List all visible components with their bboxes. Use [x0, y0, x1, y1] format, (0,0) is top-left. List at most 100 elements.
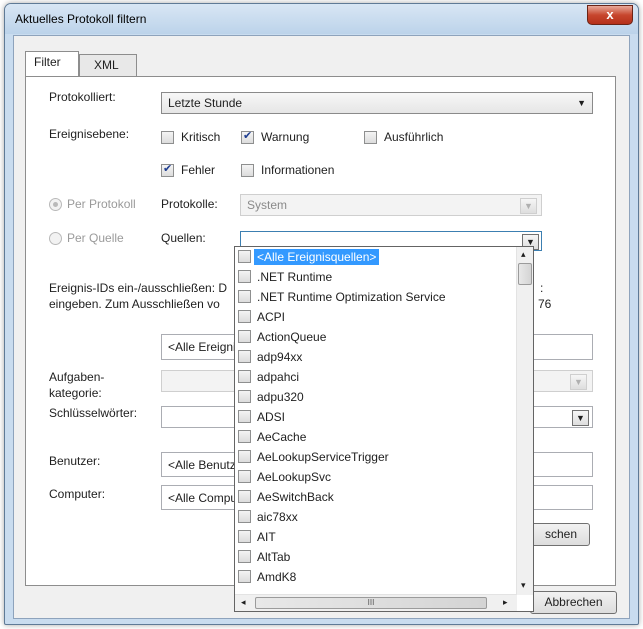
scroll-down-icon[interactable]: ▾ — [521, 580, 526, 591]
tab-filter-label: Filter — [34, 55, 61, 69]
source-list-item[interactable]: adpahci — [235, 367, 515, 387]
source-item-label: adp94xx — [257, 350, 303, 364]
source-item-checkbox[interactable] — [238, 410, 251, 423]
source-item-label: .NET Runtime — [257, 270, 333, 284]
source-list-item[interactable]: .NET Runtime — [235, 267, 515, 287]
source-list-item[interactable]: .NET Runtime Optimization Service — [235, 287, 515, 307]
user-label: Benutzer: — [49, 454, 101, 468]
cancel-button[interactable]: Abbrechen — [530, 591, 617, 614]
cancel-button-label: Abbrechen — [544, 595, 603, 609]
close-button[interactable]: x — [587, 5, 633, 25]
source-item-label: AeSwitchBack — [257, 490, 334, 504]
chevron-down-icon: ▼ — [577, 98, 586, 108]
source-item-checkbox[interactable] — [238, 250, 251, 263]
event-ids-text-line1: Ereignis-IDs ein-/ausschließen: D — [49, 281, 228, 295]
tab-filter[interactable]: Filter — [25, 51, 79, 76]
error-label: Fehler — [181, 163, 216, 177]
verbose-label: Ausführlich — [384, 130, 444, 144]
source-item-checkbox[interactable] — [238, 350, 251, 363]
source-item-checkbox[interactable] — [238, 270, 251, 283]
source-list-item[interactable]: adpu320 — [235, 387, 515, 407]
source-item-label: adpahci — [257, 370, 300, 384]
clear-button-label: schen — [544, 527, 578, 541]
verbose-checkbox[interactable] — [364, 131, 377, 144]
source-item-label: adpu320 — [257, 390, 304, 404]
warning-label: Warnung — [261, 130, 310, 144]
title-bar[interactable]: Aktuelles Protokoll filtern x — [5, 4, 638, 34]
critical-checkbox[interactable] — [161, 131, 174, 144]
sources-label: Quellen: — [161, 231, 206, 245]
source-item-checkbox[interactable] — [238, 450, 251, 463]
by-log-radio[interactable] — [49, 198, 62, 211]
keywords-dropdown-button[interactable]: ▼ — [572, 410, 589, 426]
close-icon: x — [606, 7, 614, 22]
information-label: Informationen — [261, 163, 335, 177]
source-item-label: aic78xx — [257, 510, 298, 524]
by-log-label: Per Protokoll — [67, 197, 136, 211]
task-category-label-line2: kategorie: — [49, 386, 102, 400]
horizontal-scrollbar[interactable]: ◂ III ▸ — [235, 594, 517, 611]
event-ids-text-line2: eingeben. Zum Ausschließen vo — [49, 297, 220, 311]
computer-label: Computer: — [49, 487, 106, 501]
source-item-checkbox[interactable] — [238, 470, 251, 483]
logged-select[interactable]: Letzte Stunde ▼ — [161, 92, 593, 114]
source-item-checkbox[interactable] — [238, 570, 251, 583]
scroll-grip-icon: III — [367, 598, 375, 607]
source-item-checkbox[interactable] — [238, 490, 251, 503]
logs-field[interactable]: System — [240, 194, 542, 216]
source-list-item[interactable]: <Alle Ereignisquellen> — [235, 247, 515, 267]
error-checkbox[interactable] — [161, 162, 174, 177]
task-category-label-line1: Aufgaben- — [49, 370, 105, 384]
source-item-label: AeLookupServiceTrigger — [257, 450, 389, 464]
source-item-label: AeLookupSvc — [257, 470, 332, 484]
source-item-checkbox[interactable] — [238, 370, 251, 383]
source-list-item[interactable]: AeLookupServiceTrigger — [235, 447, 515, 467]
source-item-checkbox[interactable] — [238, 390, 251, 403]
chevron-down-icon: ▼ — [524, 201, 533, 211]
source-list-item[interactable]: AltTab — [235, 547, 515, 567]
source-list-item[interactable]: ACPI — [235, 307, 515, 327]
source-list-item[interactable]: ADSI — [235, 407, 515, 427]
chevron-down-icon: ▼ — [574, 377, 583, 387]
vertical-scrollbar[interactable]: ▴ ▾ — [516, 247, 533, 595]
vertical-scroll-thumb[interactable] — [518, 263, 532, 285]
source-list-item[interactable]: AeSwitchBack — [235, 487, 515, 507]
source-list-item[interactable]: aic78xx — [235, 507, 515, 527]
source-item-checkbox[interactable] — [238, 550, 251, 563]
event-ids-text-tail1: : — [540, 281, 544, 295]
source-list-item[interactable]: ActionQueue — [235, 327, 515, 347]
logs-dropdown-button[interactable]: ▼ — [520, 198, 537, 214]
source-item-checkbox[interactable] — [238, 430, 251, 443]
source-item-label: .NET Runtime Optimization Service — [257, 290, 446, 304]
scroll-left-icon[interactable]: ◂ — [241, 597, 246, 608]
warning-checkbox[interactable] — [241, 129, 254, 144]
logged-value: Letzte Stunde — [168, 96, 243, 110]
logged-label: Protokolliert: — [49, 90, 116, 104]
source-item-checkbox[interactable] — [238, 310, 251, 323]
source-item-checkbox[interactable] — [238, 510, 251, 523]
critical-label: Kritisch — [181, 130, 221, 144]
source-item-checkbox[interactable] — [238, 330, 251, 343]
user-value: <Alle Benutz — [168, 458, 236, 472]
event-ids-value: <Alle Ereigni — [168, 340, 236, 354]
source-item-label: AIT — [257, 530, 276, 544]
scroll-up-icon[interactable]: ▴ — [521, 249, 526, 260]
source-list-item[interactable]: AIT — [235, 527, 515, 547]
source-item-label: AmdK8 — [257, 570, 297, 584]
event-level-label: Ereignisebene: — [49, 127, 130, 141]
scroll-right-icon[interactable]: ▸ — [503, 597, 508, 608]
by-source-radio[interactable] — [49, 232, 62, 245]
source-list-item[interactable]: adp94xx — [235, 347, 515, 367]
information-checkbox[interactable] — [241, 164, 254, 177]
source-item-label: ADSI — [257, 410, 286, 424]
source-item-label: ACPI — [257, 310, 286, 324]
source-item-checkbox[interactable] — [238, 290, 251, 303]
task-category-dropdown-button[interactable]: ▼ — [570, 374, 587, 390]
tab-xml[interactable]: XML — [79, 54, 137, 76]
source-list-item[interactable]: AmdK8 — [235, 567, 515, 587]
source-list-item[interactable]: AeLookupSvc — [235, 467, 515, 487]
source-item-checkbox[interactable] — [238, 530, 251, 543]
source-list-item[interactable]: AeCache — [235, 427, 515, 447]
horizontal-scroll-thumb[interactable]: III — [255, 597, 487, 609]
sources-dropdown-list[interactable]: <Alle Ereignisquellen> .NET Runtime .NET R… — [234, 246, 534, 612]
